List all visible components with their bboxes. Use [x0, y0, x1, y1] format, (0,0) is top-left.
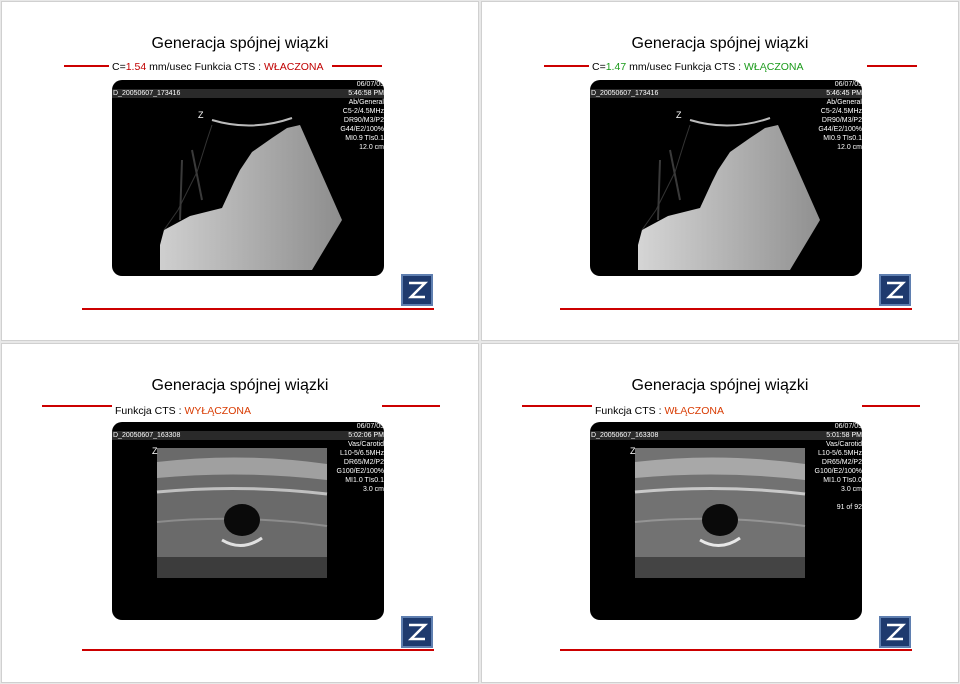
- meta-preset: Vas/Carotid: [825, 441, 862, 448]
- title-rule-right: [862, 405, 920, 407]
- svg-text:Z: Z: [676, 110, 682, 120]
- meta-dr: DR90/M3/P2: [343, 117, 384, 124]
- meta-probe: L10-5/6.5MHz: [340, 450, 384, 457]
- logo-icon: [879, 616, 911, 648]
- title-rule-right: [867, 65, 917, 67]
- cts-status: WŁĄCZONA: [664, 405, 724, 417]
- meta-time: 5:02:06 PM: [348, 432, 384, 439]
- svg-text:Z: Z: [152, 446, 158, 456]
- slide-4: Generacja spójnej wiązki Funkcja CTS : W…: [481, 343, 959, 683]
- ultrasound-image: D_20050607_163308 Z 06/07/05 5:01:58 PM …: [590, 422, 862, 620]
- meta-depth: 12.0 cm: [359, 144, 384, 151]
- footer-rule: [560, 649, 912, 651]
- meta-dr: DR90/M3/P2: [821, 117, 862, 124]
- logo-icon: [879, 274, 911, 306]
- slide-subtitle: Funkcja CTS : WŁĄCZONA: [595, 405, 724, 417]
- ultrasound-image: D_20050607_163308 Z 06/07/05 5:02:06 PM …: [112, 422, 384, 620]
- meta-preset: Ab/General: [348, 99, 384, 106]
- speed-value: 1.47: [605, 61, 627, 73]
- meta-frame-count: 91 of 92: [836, 504, 862, 511]
- meta-probe: L10-5/6.5MHz: [818, 450, 862, 457]
- meta-gain: G44/E2/100%: [818, 126, 862, 133]
- cts-status: WŁACZONA: [264, 61, 324, 73]
- ultrasound-image: D_20050607_173416 Z 06/07/05 5:46:58 PM …: [112, 80, 384, 276]
- title-rule-right: [332, 65, 382, 67]
- cts-status: WYŁĄCZONA: [184, 405, 251, 417]
- meta-mi: MI1.0 TIs0.0: [823, 477, 862, 484]
- slide-title: Generacja spójnej wiązki: [151, 35, 329, 52]
- speed-value: 1.54: [125, 61, 147, 73]
- title-rule-left: [42, 405, 112, 407]
- slide-title: Generacja spójnej wiązki: [631, 35, 809, 52]
- subtitle-rest: mm/usec Funkcia CTS :: [146, 61, 265, 73]
- meta-mi: MI0.9 TIs0.1: [823, 135, 862, 142]
- scan-parameters: 06/07/05 5:01:58 PM Vas/Carotid L10-5/6.…: [806, 422, 862, 512]
- meta-gain: G44/E2/100%: [340, 126, 384, 133]
- subtitle-rest: Funkcja CTS :: [595, 405, 665, 417]
- meta-gain: G100/E2/100%: [814, 468, 862, 475]
- meta-date: 06/07/05: [834, 423, 862, 430]
- meta-date: 06/07/05: [356, 81, 384, 88]
- footer-rule: [82, 649, 434, 651]
- logo-icon: [401, 616, 433, 648]
- footer-rule: [560, 308, 912, 310]
- ultrasound-image: D_20050607_173416 Z 06/07/05 5:46:45 PM …: [590, 80, 862, 276]
- title-rule-left: [544, 65, 589, 67]
- meta-date: 06/07/05: [834, 81, 862, 88]
- cts-status: WŁĄCZONA: [744, 61, 804, 73]
- meta-blank: [806, 494, 862, 503]
- scan-parameters: 06/07/05 5:46:58 PM Ab/General C5-2/4.5M…: [328, 80, 384, 152]
- title-rule-right: [382, 405, 440, 407]
- speed-prefix: C=: [592, 61, 606, 73]
- slide-1: Generacja spójnej wiązki C=1.54 mm/usec …: [1, 1, 479, 341]
- meta-time: 5:46:45 PM: [826, 90, 862, 97]
- slide-subtitle: Funkcja CTS : WYŁĄCZONA: [115, 405, 251, 417]
- meta-preset: Ab/General: [826, 99, 862, 106]
- meta-dr: DR65/M2/P2: [343, 459, 384, 466]
- meta-dr: DR65/M2/P2: [821, 459, 862, 466]
- slide-subtitle: C=1.54 mm/usec Funkcia CTS : WŁACZONA: [112, 61, 324, 73]
- meta-mi: MI1.0 TIs0.1: [345, 477, 384, 484]
- meta-time: 5:46:58 PM: [348, 90, 384, 97]
- scan-parameters: 06/07/05 5:02:06 PM Vas/Carotid L10-5/6.…: [328, 422, 384, 494]
- slide-title: Generacja spójnej wiązki: [631, 377, 809, 394]
- svg-text:Z: Z: [198, 110, 204, 120]
- logo-icon: [401, 274, 433, 306]
- title-rule-left: [522, 405, 592, 407]
- speed-prefix: C=: [112, 61, 126, 73]
- footer-rule: [82, 308, 434, 310]
- slide-2: Generacja spójnej wiązki C=1.47 mm/usec …: [481, 1, 959, 341]
- meta-gain: G100/E2/100%: [336, 468, 384, 475]
- meta-mi: MI0.9 TIs0.1: [345, 135, 384, 142]
- meta-probe: C5-2/4.5MHz: [342, 108, 384, 115]
- title-rule-left: [64, 65, 109, 67]
- svg-text:Z: Z: [630, 446, 636, 456]
- scan-parameters: 06/07/05 5:46:45 PM Ab/General C5-2/4.5M…: [806, 80, 862, 152]
- meta-depth: 3.0 cm: [362, 486, 384, 493]
- meta-date: 06/07/05: [356, 423, 384, 430]
- meta-probe: C5-2/4.5MHz: [820, 108, 862, 115]
- slide-subtitle: C=1.47 mm/usec Funkcja CTS : WŁĄCZONA: [592, 61, 804, 73]
- slide-title: Generacja spójnej wiązki: [151, 377, 329, 394]
- subtitle-rest: Funkcja CTS :: [115, 405, 185, 417]
- meta-depth: 3.0 cm: [840, 486, 862, 493]
- meta-time: 5:01:58 PM: [826, 432, 862, 439]
- slide-3: Generacja spójnej wiązki Funkcja CTS : W…: [1, 343, 479, 683]
- meta-depth: 12.0 cm: [837, 144, 862, 151]
- meta-preset: Vas/Carotid: [347, 441, 384, 448]
- subtitle-rest: mm/usec Funkcja CTS :: [626, 61, 745, 73]
